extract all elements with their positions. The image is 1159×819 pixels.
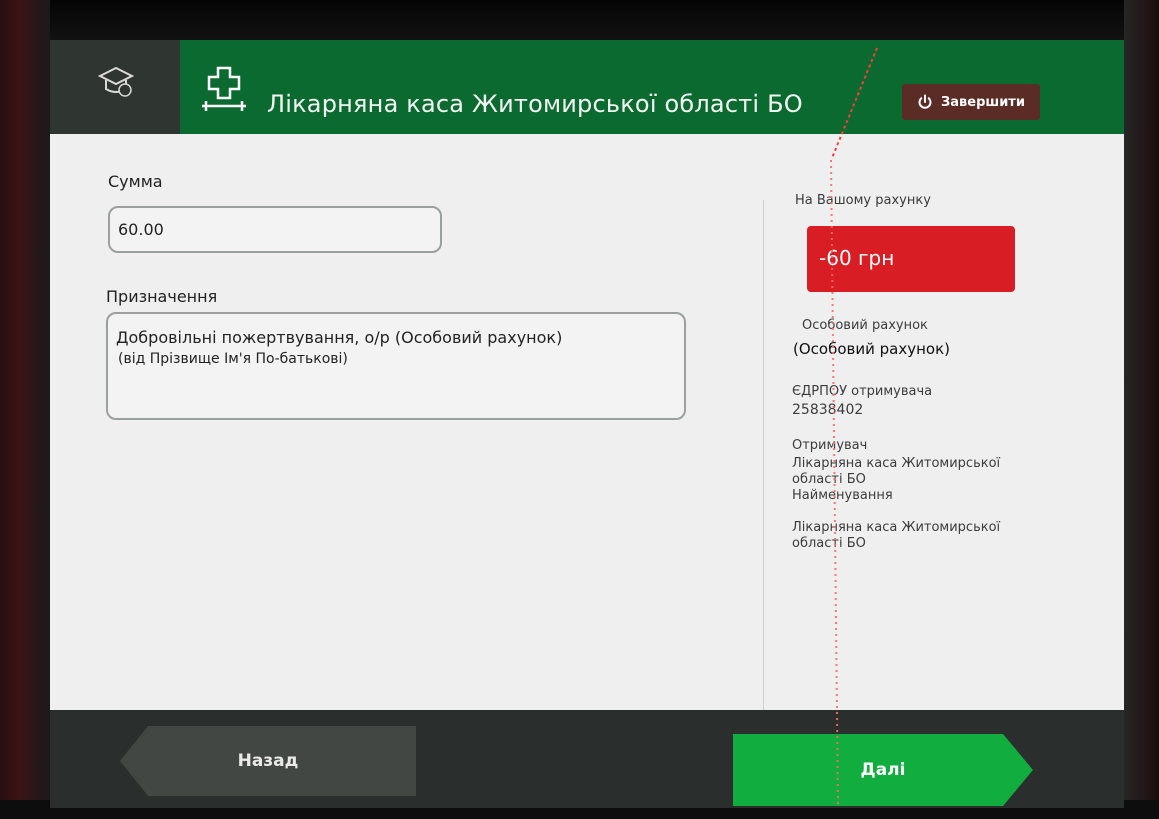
balance-badge: -60 грн	[807, 226, 1015, 292]
edrpou-value: 25838402	[792, 402, 864, 418]
balance-value: -60 грн	[819, 246, 895, 270]
back-button-label: Назад	[237, 751, 299, 771]
purpose-label: Призначення	[106, 287, 218, 306]
account-label: Особовий рахунок	[802, 318, 928, 333]
name-value-2: області БО	[792, 536, 866, 551]
recipient-value-1: Лікарняна каса Житомирської	[792, 456, 1001, 471]
graduation-cap-icon[interactable]	[96, 62, 136, 102]
back-button[interactable]: Назад	[120, 726, 416, 796]
recipient-label: Отримувач	[792, 438, 868, 453]
page-title: Лікарняна каса Житомирської області БО	[267, 90, 803, 118]
next-button-label: Далі	[860, 760, 906, 780]
amount-value: 60.00	[118, 220, 164, 239]
purpose-line-2: (від Прізвище Ім'я По-батькові)	[118, 351, 348, 367]
edrpou-label: ЄДРПОУ отримувача	[792, 384, 933, 399]
header-left-panel	[50, 40, 180, 134]
recipient-value-2: області БО	[792, 472, 866, 487]
device-bezel-left	[0, 0, 50, 819]
bottom-navigation-bar: Назад Далі	[50, 710, 1124, 808]
header-bar: Лікарняна каса Житомирської області БО З…	[50, 40, 1124, 134]
finish-button-label: Завершити	[941, 94, 1025, 110]
finish-button[interactable]: Завершити	[902, 84, 1040, 120]
amount-label: Сумма	[108, 172, 163, 191]
next-button[interactable]: Далі	[733, 734, 1033, 806]
purpose-line-1: Добровільні пожертвування, о/р (Особовий…	[116, 328, 563, 347]
purpose-field[interactable]: Добровільні пожертвування, о/р (Особовий…	[106, 312, 686, 420]
name-label: Найменування	[792, 488, 893, 503]
account-value: (Особовий рахунок)	[793, 340, 950, 358]
power-icon	[918, 94, 932, 109]
medical-cross-icon	[202, 66, 246, 111]
balance-label: На Вашому рахунку	[795, 193, 931, 208]
device-bezel-right	[1124, 0, 1159, 819]
name-value-1: Лікарняна каса Житомирської	[792, 520, 1001, 535]
kiosk-screen: Лікарняна каса Житомирської області БО З…	[50, 40, 1124, 808]
amount-field[interactable]: 60.00	[108, 206, 442, 253]
vertical-divider	[763, 200, 764, 730]
